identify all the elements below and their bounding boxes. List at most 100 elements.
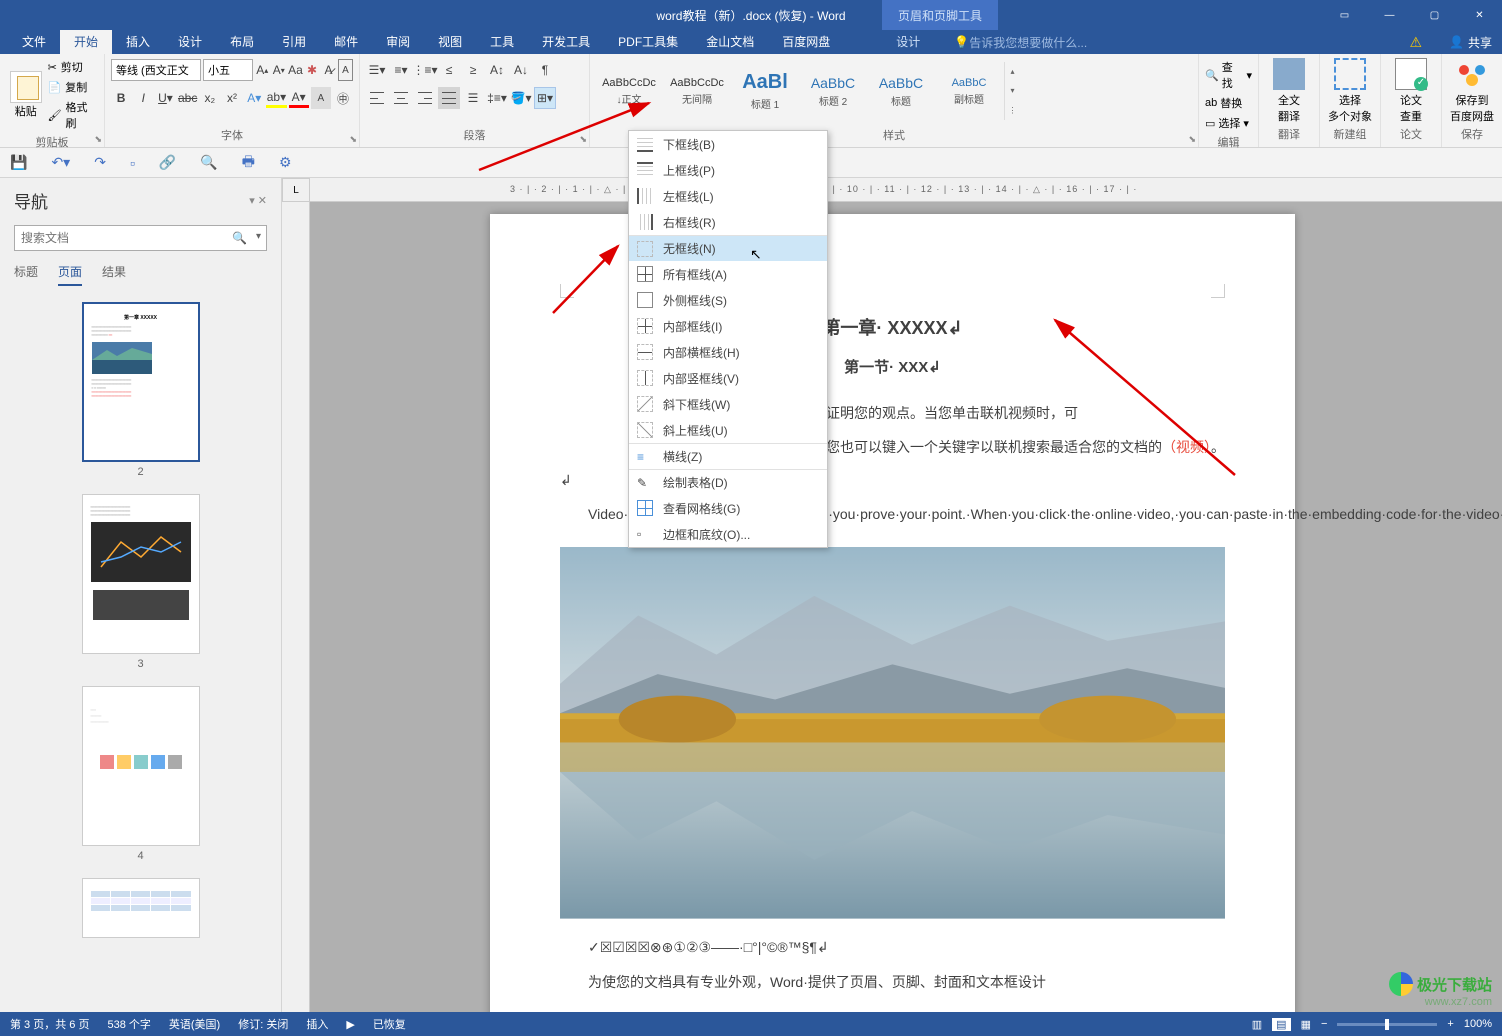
tab-insert[interactable]: 插入: [112, 30, 164, 54]
translate-button[interactable]: 全文 翻译: [1267, 58, 1311, 124]
change-case-button[interactable]: Aa: [288, 59, 303, 81]
page-indicator[interactable]: 第 3 页，共 6 页: [10, 1016, 89, 1032]
nav-tab-results[interactable]: 结果: [102, 263, 126, 286]
text-direction-button[interactable]: A↕: [486, 59, 508, 81]
highlight-button[interactable]: ab▾: [266, 88, 286, 108]
tab-design[interactable]: 设计: [164, 30, 216, 54]
strike-button[interactable]: abc: [178, 87, 198, 109]
tab-pdf[interactable]: PDF工具集: [604, 30, 692, 54]
decrease-indent-button[interactable]: ≤: [438, 59, 460, 81]
nav-search-input[interactable]: [14, 225, 267, 251]
baidu-save-button[interactable]: 保存到 百度网盘: [1450, 58, 1494, 124]
styles-gallery[interactable]: AaBbCcDc↓正文AaBbCcDc无间隔AaBl标题 1AaBbC标题 2A…: [596, 58, 1192, 124]
shrink-font-button[interactable]: A▾: [272, 59, 287, 81]
ruler-corner[interactable]: L: [282, 178, 310, 202]
show-marks-button[interactable]: ¶: [534, 59, 556, 81]
border-inside-item[interactable]: 内部框线(I): [629, 313, 827, 339]
search-options-icon[interactable]: ▾: [256, 231, 261, 242]
print-icon[interactable]: 🖶: [242, 151, 255, 175]
tab-home[interactable]: 开始: [60, 30, 112, 54]
ruler-horizontal[interactable]: 3 · | · 2 · | · 1 · | · △ · | · 1 · 4 · …: [310, 178, 1502, 202]
nav-tab-headings[interactable]: 标题: [14, 263, 38, 286]
border-right-item[interactable]: 右框线(R): [629, 209, 827, 235]
style-item[interactable]: AaBbCcDc无间隔: [664, 62, 730, 120]
thumb-page-3[interactable]: ━━━━━━━━━━━━━━━━━━━━━━━━━━━━━━━━━━━━━━━━…: [81, 494, 201, 670]
zoom-level[interactable]: 100%: [1464, 1018, 1492, 1030]
view-gridlines-item[interactable]: 查看网格线(G): [629, 495, 827, 521]
select-multi-button[interactable]: 选择 多个对象: [1328, 58, 1372, 124]
clipboard-launcher-icon[interactable]: ⬊: [94, 134, 102, 145]
macro-icon[interactable]: ▶: [346, 1018, 354, 1031]
tab-file[interactable]: 文件: [8, 30, 60, 54]
tell-me-search[interactable]: 💡 告诉我您想要做什么...: [954, 34, 1087, 51]
tab-hf-design[interactable]: 设计: [882, 30, 934, 54]
font-family-select[interactable]: [111, 59, 201, 81]
styles-launcher-icon[interactable]: ⬊: [1188, 134, 1196, 145]
style-item[interactable]: AaBl标题 1: [732, 62, 798, 120]
border-outside-item[interactable]: 外侧框线(S): [629, 287, 827, 313]
char-border-button[interactable]: A: [338, 59, 353, 81]
align-justify-button[interactable]: [438, 87, 460, 109]
style-item[interactable]: AaBbC副标题: [936, 62, 1002, 120]
warning-icon[interactable]: ⚠: [1409, 34, 1422, 51]
share-button[interactable]: 👤 共享: [1449, 34, 1492, 51]
text-effects-button[interactable]: A▾: [244, 87, 264, 109]
grow-font-button[interactable]: A▴: [255, 59, 270, 81]
select-button[interactable]: ▭ 选择▾: [1205, 114, 1252, 132]
border-left-item[interactable]: 左框线(L): [629, 183, 827, 209]
ribbon-options-icon[interactable]: ▭: [1322, 0, 1367, 30]
style-item[interactable]: AaBbC标题 2: [800, 62, 866, 120]
close-button[interactable]: ✕: [1457, 0, 1502, 30]
font-size-select[interactable]: [203, 59, 253, 81]
tab-baidu[interactable]: 百度网盘: [768, 30, 844, 54]
font-color-button[interactable]: A▾: [289, 88, 309, 108]
save-icon[interactable]: 💾: [10, 154, 27, 171]
tab-review[interactable]: 审阅: [372, 30, 424, 54]
language-indicator[interactable]: 英语(美国): [169, 1016, 220, 1032]
italic-button[interactable]: I: [133, 87, 153, 109]
tab-view[interactable]: 视图: [424, 30, 476, 54]
new-icon[interactable]: ▫: [130, 155, 135, 171]
align-right-button[interactable]: [414, 87, 436, 109]
sort-button[interactable]: A↓: [510, 59, 532, 81]
copy-button[interactable]: 📄 复制: [48, 78, 98, 96]
border-top-item[interactable]: 上框线(P): [629, 157, 827, 183]
zoom-in-button[interactable]: +: [1447, 1018, 1453, 1030]
enclose-char-button[interactable]: ㊥: [333, 87, 353, 109]
underline-button[interactable]: U▾: [155, 87, 175, 109]
phonetic-button[interactable]: ✱: [305, 59, 320, 81]
align-center-button[interactable]: [390, 87, 412, 109]
nav-tab-pages[interactable]: 页面: [58, 263, 82, 286]
tab-references[interactable]: 引用: [268, 30, 320, 54]
align-left-button[interactable]: [366, 87, 388, 109]
ruler-vertical[interactable]: [282, 202, 310, 1016]
tab-tools[interactable]: 工具: [476, 30, 528, 54]
maximize-button[interactable]: ▢: [1412, 0, 1457, 30]
tool-icon[interactable]: ⚙: [279, 154, 292, 171]
font-launcher-icon[interactable]: ⬊: [349, 134, 357, 145]
horizontal-line-item[interactable]: ≡横线(Z): [629, 443, 827, 469]
border-bottom-item[interactable]: 下框线(B): [629, 131, 827, 157]
find-button[interactable]: 🔍 查找▾: [1205, 58, 1252, 92]
styles-more-button[interactable]: ▴▾⋮: [1004, 62, 1020, 120]
thumb-page-2[interactable]: 第一章 XXXXX ━━━━━━━━━━━━━━━━━━━━━━━━━━━━━━…: [81, 302, 201, 478]
borders-dialog-item[interactable]: ▫边框和底纹(O)...: [629, 521, 827, 547]
insert-mode[interactable]: 插入: [306, 1016, 328, 1032]
border-diag-down-item[interactable]: 斜下框线(W): [629, 391, 827, 417]
tab-mail[interactable]: 邮件: [320, 30, 372, 54]
replace-button[interactable]: ab 替换: [1205, 94, 1252, 112]
border-none-item[interactable]: 无框线(N): [629, 235, 827, 261]
zoom-slider[interactable]: [1337, 1023, 1437, 1026]
zoom-out-button[interactable]: −: [1321, 1018, 1327, 1030]
border-all-item[interactable]: 所有框线(A): [629, 261, 827, 287]
tab-dev[interactable]: 开发工具: [528, 30, 604, 54]
redo-icon[interactable]: ↷: [94, 154, 106, 171]
bullets-button[interactable]: ☰▾: [366, 59, 388, 81]
thumb-page-4[interactable]: ━━━━━━━━━━━━━━━━━━━ 4: [81, 686, 201, 862]
style-item[interactable]: AaBbC标题: [868, 62, 934, 120]
word-count[interactable]: 538 个字: [107, 1016, 150, 1032]
increase-indent-button[interactable]: ≥: [462, 59, 484, 81]
search-icon[interactable]: 🔍: [232, 231, 247, 245]
undo-icon[interactable]: ↶▾: [51, 154, 70, 171]
print-preview-icon[interactable]: 🔍: [200, 154, 217, 171]
